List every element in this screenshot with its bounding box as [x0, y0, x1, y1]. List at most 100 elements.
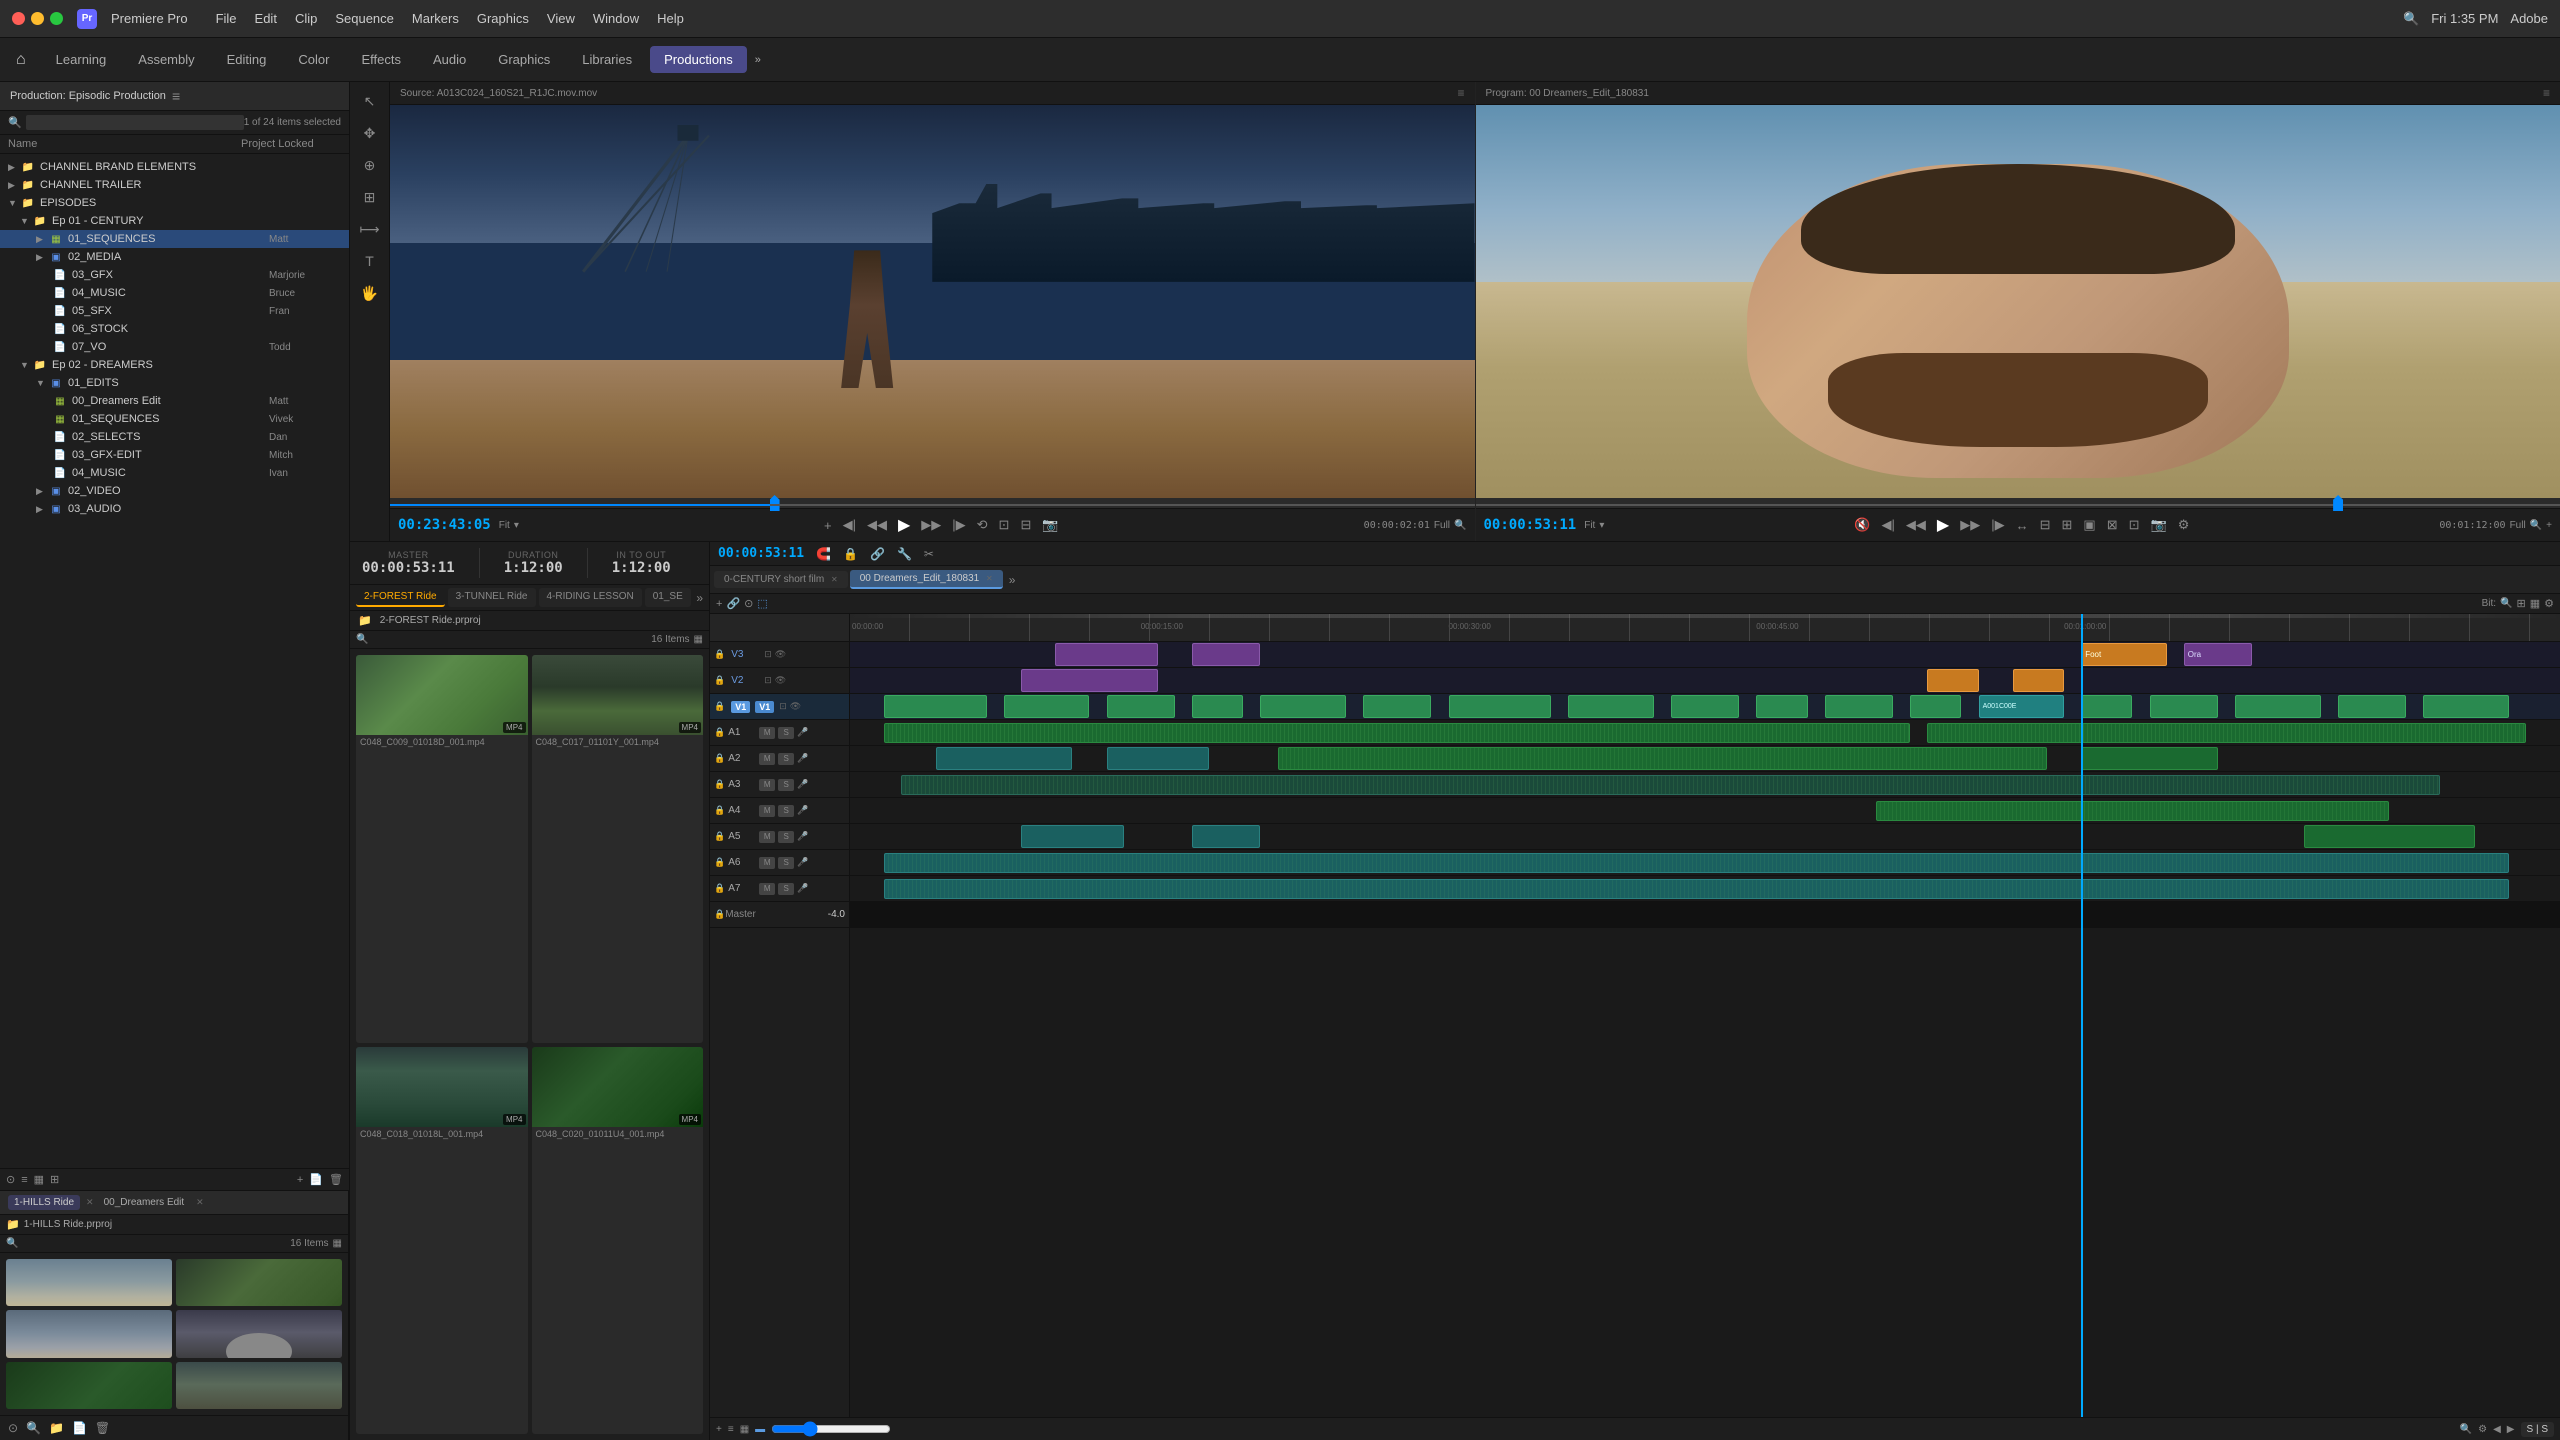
menu-help[interactable]: Help [657, 11, 684, 26]
tl-timeline-view[interactable]: ▬ [755, 1424, 765, 1435]
btn-ff-prog[interactable]: ▶▶ [1956, 515, 1984, 535]
tool-link[interactable]: 🔗 [870, 547, 885, 561]
source-bin-item-2[interactable]: MP4 C048_C017_01101Y_001.mp4 [532, 655, 704, 1043]
tl-zoom-icon[interactable]: 🔍 [2500, 598, 2512, 609]
clip-v1-7[interactable] [1449, 695, 1552, 718]
nav-tab-learning[interactable]: Learning [42, 46, 121, 73]
clip-v1-5[interactable] [1260, 695, 1346, 718]
menu-edit[interactable]: Edit [255, 11, 277, 26]
tl-add-tracks[interactable]: + [716, 1424, 722, 1435]
clip-a1-2[interactable] [1927, 723, 2526, 743]
tree-item-video[interactable]: ▶ ▣ 02_VIDEO [0, 482, 349, 500]
tree-item-gfx[interactable]: 📄 03_GFX Marjorie [0, 266, 349, 284]
source-bin-search-input[interactable] [372, 634, 651, 645]
tool-magnet[interactable]: 🧲 [816, 547, 831, 561]
tree-item-ep02[interactable]: ▼ 📁 Ep 02 - DREAMERS [0, 356, 349, 374]
source-zoom-label[interactable]: Full [1434, 520, 1450, 531]
tl-tab-century[interactable]: 0-CENTURY short film ✕ [714, 571, 848, 588]
track-lock-v3[interactable]: 🔒 [714, 649, 725, 660]
track-solo-a6[interactable]: S [778, 857, 794, 869]
track-row-v2[interactable] [850, 668, 2560, 694]
seq-tab-forest[interactable]: 2-FOREST Ride [356, 588, 445, 607]
track-solo-a4[interactable]: S [778, 805, 794, 817]
master-volume[interactable]: -4.0 [828, 909, 845, 920]
bin-item-6[interactable]: C035_C020_030_001.mp4 [176, 1362, 342, 1409]
clip-a2-2[interactable] [1107, 747, 1210, 770]
tool-trim[interactable]: ⟼ [355, 216, 385, 242]
tool-wrench[interactable]: 🔧 [897, 547, 912, 561]
menu-graphics[interactable]: Graphics [477, 11, 529, 26]
track-row-a4[interactable] [850, 798, 2560, 824]
clip-v1-11[interactable] [1825, 695, 1893, 718]
clip-v3-1[interactable] [1055, 643, 1158, 666]
seq-tab-01se[interactable]: 01_SE [645, 588, 691, 607]
btn-insert[interactable]: ⊞ [2058, 515, 2077, 535]
clip-v2-orange2[interactable] [2013, 669, 2064, 692]
timeline-zoom-slider[interactable] [771, 1421, 891, 1437]
nav-tab-editing[interactable]: Editing [213, 46, 281, 73]
track-mic-a3[interactable]: 🎤 [797, 779, 808, 790]
track-solo-a2[interactable]: S [778, 753, 794, 765]
track-mic-a5[interactable]: 🎤 [797, 831, 808, 842]
clip-v1-12[interactable] [1910, 695, 1961, 718]
tree-item-music[interactable]: 📄 04_MUSIC Bruce [0, 284, 349, 302]
tool-pan[interactable]: 🖐 [355, 280, 385, 306]
tree-item-ep02-sequences[interactable]: ▦ 01_SEQUENCES Vivek [0, 410, 349, 428]
icon-new-item-2[interactable]: 📄 [70, 1419, 89, 1437]
track-lock-a1[interactable]: 🔒 [714, 727, 725, 738]
bin-tab-close[interactable]: ✕ [86, 1197, 94, 1208]
tl-tab-dreamers[interactable]: 00 Dreamers_Edit_180831 ✕ [850, 570, 1003, 589]
track-solo-a5[interactable]: S [778, 831, 794, 843]
clip-v2-1[interactable] [1021, 669, 1158, 692]
tl-tab-dreamers-close[interactable]: ✕ [986, 574, 993, 583]
track-sync-v1[interactable]: ⊡ [779, 701, 787, 712]
btn-loop[interactable]: ⟲ [973, 515, 992, 535]
btn-add-marker-prog[interactable]: + [2546, 520, 2552, 531]
tree-item-edits[interactable]: ▼ ▣ 01_EDITS [0, 374, 349, 392]
nav-tab-audio[interactable]: Audio [419, 46, 480, 73]
clip-a2-1[interactable] [936, 747, 1073, 770]
clip-a2-main[interactable] [1278, 747, 2048, 770]
tool-zoom[interactable]: ⊕ [355, 152, 385, 178]
clip-v2-orange[interactable] [1927, 669, 1978, 692]
clip-a5-2[interactable] [1192, 825, 1260, 848]
clip-v1-teal[interactable]: A001C00E [1979, 695, 2065, 718]
source-bin-grid-icon[interactable]: ▦ [694, 634, 703, 645]
tl-tool-markers[interactable]: ⊙ [744, 597, 753, 610]
clip-a3-main[interactable] [901, 775, 2440, 795]
btn-overwrite[interactable]: ▣ [2079, 515, 2099, 535]
tree-item-stock[interactable]: 📄 06_STOCK [0, 320, 349, 338]
clip-a7-main[interactable] [884, 879, 2509, 899]
track-lock-a5[interactable]: 🔒 [714, 831, 725, 842]
btn-step-back-prog[interactable]: ◀| [1878, 515, 1899, 535]
source-fit-arrow[interactable]: ▾ [514, 520, 519, 531]
program-playhead-bar[interactable] [1476, 498, 2560, 508]
tl-settings-2[interactable]: ⚙ [2478, 1424, 2487, 1435]
tree-item-media[interactable]: ▶ ▣ 02_MEDIA [0, 248, 349, 266]
bin-grid-icon[interactable]: ▦ [333, 1238, 342, 1249]
program-menu-icon[interactable]: ≡ [2543, 86, 2550, 100]
track-mic-a6[interactable]: 🎤 [797, 857, 808, 868]
track-lock-a3[interactable]: 🔒 [714, 779, 725, 790]
track-mute-a2[interactable]: M [759, 753, 775, 765]
btn-play-prog[interactable]: ▶ [1933, 513, 1953, 537]
maximize-button[interactable] [50, 12, 63, 25]
nav-tab-color[interactable]: Color [284, 46, 343, 73]
tl-tool-expand[interactable]: ⊞ [2517, 597, 2526, 610]
tree-item-episodes[interactable]: ▼ 📁 EPISODES [0, 194, 349, 212]
clip-v1-16[interactable] [2338, 695, 2406, 718]
clip-v1-13[interactable] [2081, 695, 2132, 718]
btn-export-frame[interactable]: 📷 [2147, 515, 2171, 535]
btn-match-frame[interactable]: ⊟ [2036, 515, 2055, 535]
tl-tool-select[interactable]: ⬚ [757, 597, 767, 610]
clip-v1-4[interactable] [1192, 695, 1243, 718]
tl-tool-linked[interactable]: 🔗 [726, 597, 740, 610]
btn-settings[interactable]: ⚙ [2174, 515, 2194, 535]
nav-tab-effects[interactable]: Effects [347, 46, 415, 73]
program-zoom-icon[interactable]: 🔍 [2530, 520, 2542, 531]
bin-item-5[interactable]: wind_001.mp4 [6, 1362, 172, 1409]
tl-grid-view[interactable]: ▦ [740, 1424, 749, 1435]
track-solo-a3[interactable]: S [778, 779, 794, 791]
track-mute-a3[interactable]: M [759, 779, 775, 791]
clip-v3-2[interactable] [1192, 643, 1260, 666]
